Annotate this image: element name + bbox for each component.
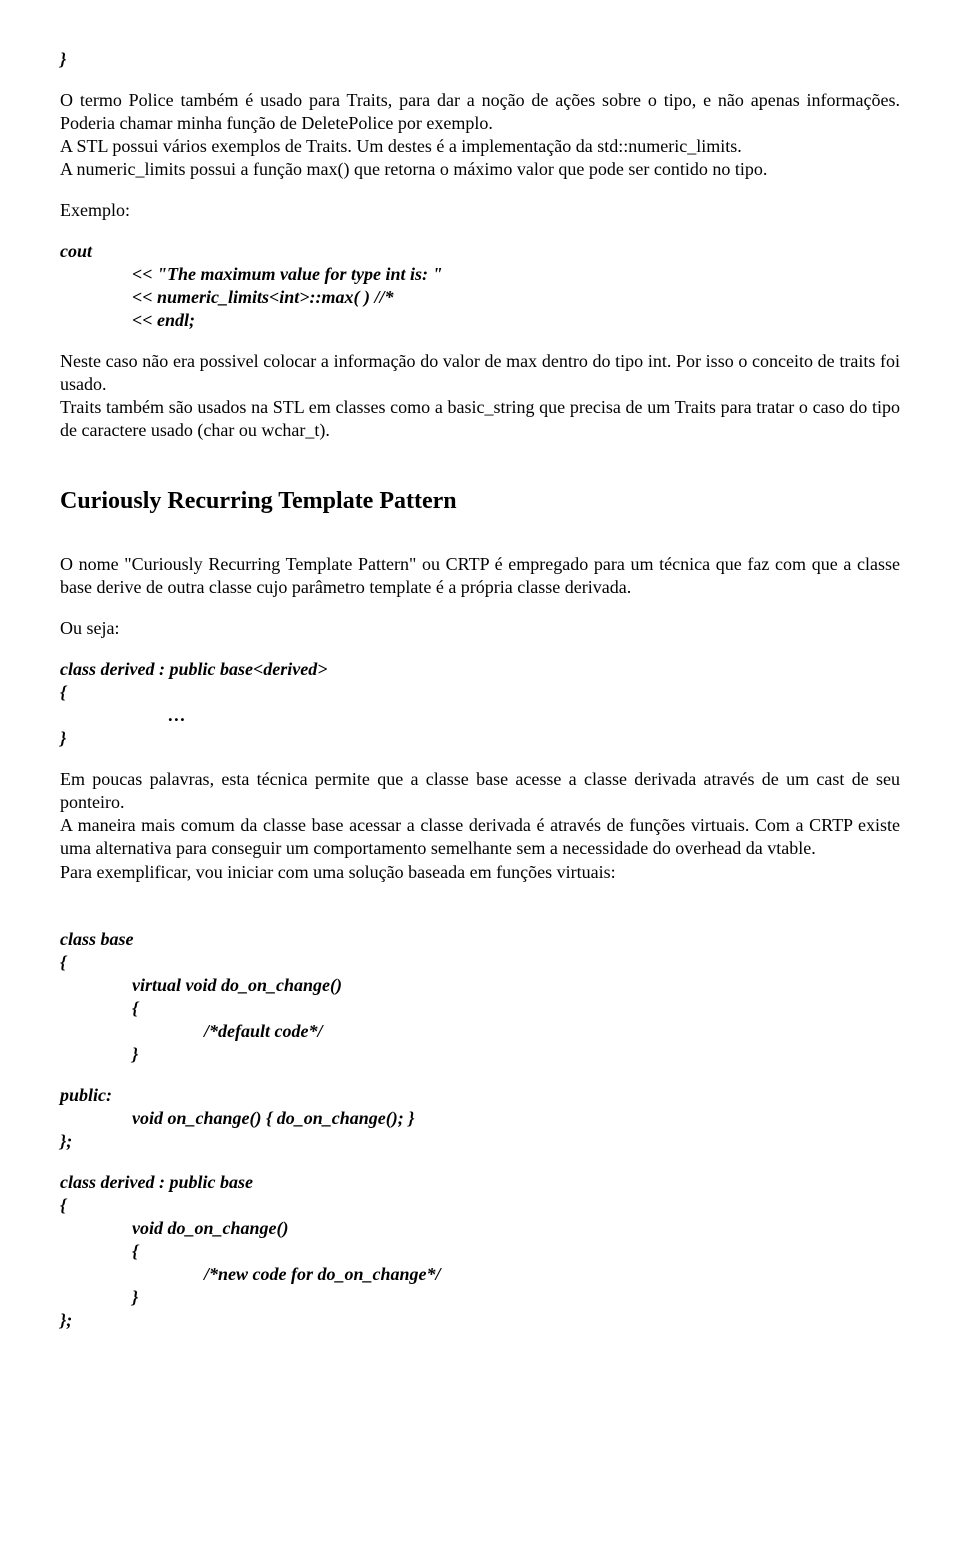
code-derived-decl: class derived : public base<derived> (60, 658, 900, 681)
code-open-brace: { (60, 681, 900, 704)
code2-virtual-func: virtual void do_on_change() (60, 974, 900, 997)
code-cout: cout (60, 240, 900, 263)
section-heading-crtp: Curiously Recurring Template Pattern (60, 486, 900, 517)
code2-public-label: public: (60, 1084, 900, 1107)
code-cout-line1: << "The maximum value for type int is: " (60, 263, 900, 286)
code2-derived-close: }; (60, 1309, 900, 1332)
code2-class-base: class base (60, 928, 900, 951)
paragraph-maneira-comum: A maneira mais comum da classe base aces… (60, 814, 900, 860)
exemplo-label: Exemplo: (60, 199, 900, 222)
paragraph-stl: A STL possui vários exemplos de Traits. … (60, 135, 900, 158)
code2-derived-func: void do_on_change() (60, 1217, 900, 1240)
code2-derived-inner-open: { (60, 1240, 900, 1263)
code-ellipsis: … (60, 704, 900, 727)
code2-close-brace-semi: }; (60, 1130, 900, 1153)
code2-inner-open: { (60, 997, 900, 1020)
code-cout-line2: << numeric_limits<int>::max( ) //* (60, 286, 900, 309)
paragraph-numeric-limits: A numeric_limits possui a função max() q… (60, 158, 900, 181)
ou-seja-label: Ou seja: (60, 617, 900, 640)
code2-derived-decl: class derived : public base (60, 1171, 900, 1194)
code-cout-line3: << endl; (60, 309, 900, 332)
code2-inner-close: } (60, 1043, 900, 1066)
paragraph-neste-caso: Neste caso não era possivel colocar a in… (60, 350, 900, 396)
paragraph-police: O termo Police também é usado para Trait… (60, 89, 900, 135)
paragraph-traits-stl: Traits também são usados na STL em class… (60, 396, 900, 442)
closing-brace-top: } (60, 48, 900, 71)
paragraph-crtp-intro: O nome "Curiously Recurring Template Pat… (60, 553, 900, 599)
code2-default-comment: /*default code*/ (60, 1020, 900, 1043)
code2-open-brace: { (60, 951, 900, 974)
paragraph-exemplificar: Para exemplificar, vou iniciar com uma s… (60, 861, 900, 884)
code2-new-code-comment: /*new code for do_on_change*/ (60, 1263, 900, 1286)
code2-derived-inner-close: } (60, 1286, 900, 1309)
paragraph-em-poucas: Em poucas palavras, esta técnica permite… (60, 768, 900, 814)
code2-on-change: void on_change() { do_on_change(); } (60, 1107, 900, 1130)
code2-derived-open: { (60, 1194, 900, 1217)
code-close-brace: } (60, 727, 900, 750)
